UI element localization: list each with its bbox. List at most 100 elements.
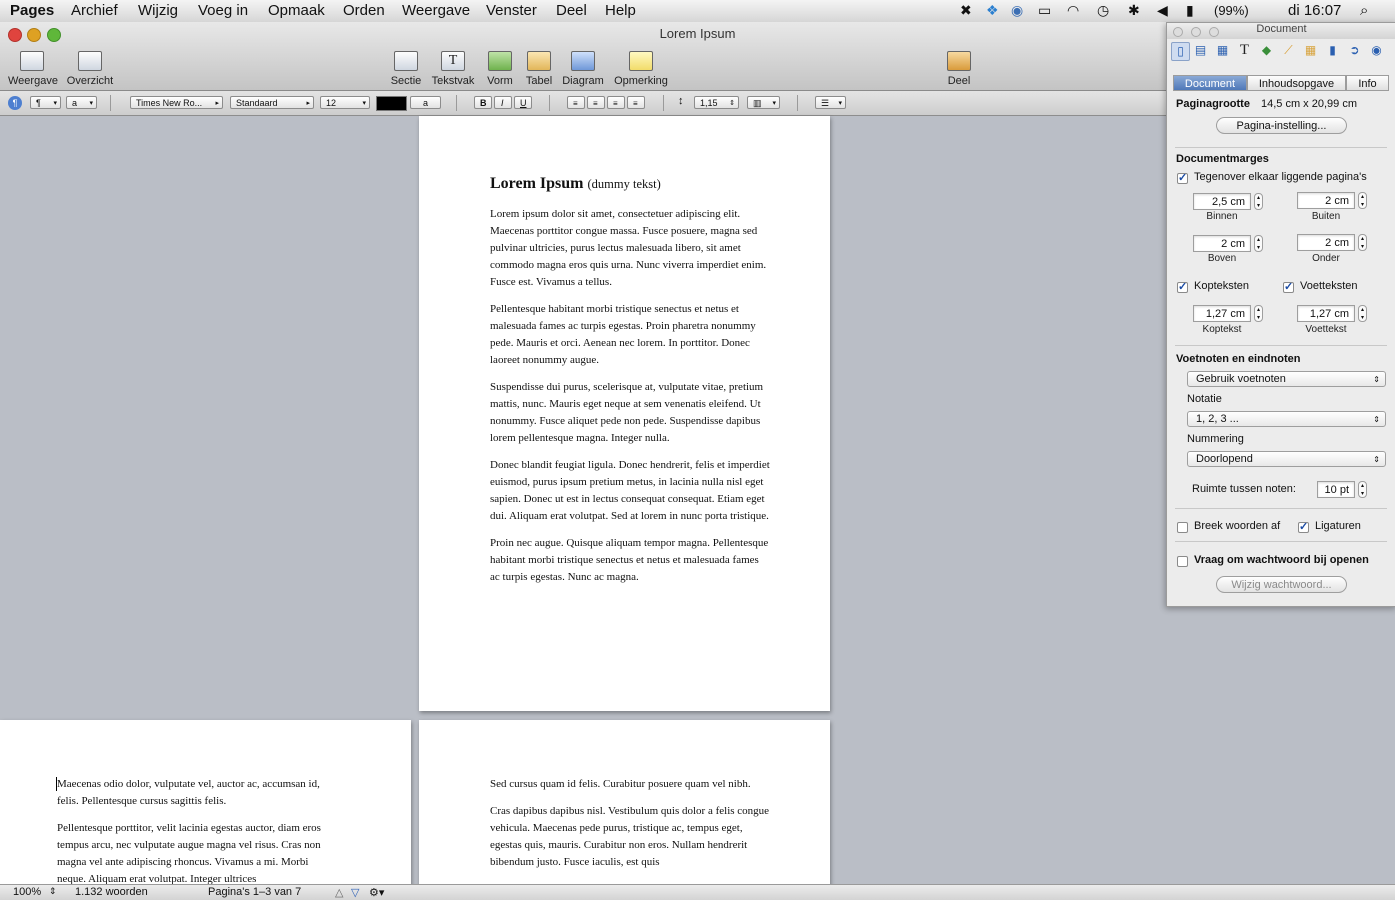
align-right-button[interactable]: ≡ bbox=[607, 96, 625, 109]
underline-button[interactable]: U bbox=[514, 96, 532, 109]
font-family-select[interactable]: Times New Ro... ▸ bbox=[130, 96, 223, 109]
inspector-zoom-icon[interactable] bbox=[1209, 27, 1219, 37]
paragraph-style-select[interactable]: ¶ ▾ bbox=[30, 96, 61, 109]
font-size-select[interactable]: 12 ▾ bbox=[320, 96, 370, 109]
list-style-select[interactable]: ☰ ▾ bbox=[815, 96, 846, 109]
document-page-1[interactable]: Lorem Ipsum (dummy tekst) Lorem ipsum do… bbox=[419, 116, 830, 711]
opmerking-button[interactable]: Opmerking bbox=[612, 51, 670, 87]
time-machine-icon[interactable]: ◷ bbox=[1097, 2, 1109, 19]
menu-archief[interactable]: Archief bbox=[71, 2, 118, 19]
document-inspector-icon[interactable]: ▯ bbox=[1171, 42, 1190, 61]
header-margin-stepper[interactable]: ▴ ▾ bbox=[1254, 305, 1263, 322]
vorm-button[interactable]: Vorm bbox=[482, 51, 518, 87]
tabel-button[interactable]: Tabel bbox=[524, 51, 554, 87]
inspector-minimize-icon[interactable] bbox=[1191, 27, 1201, 37]
numbering-select[interactable]: Doorlopend ⇕ bbox=[1187, 451, 1386, 467]
footer-margin-field[interactable]: 1,27 cm bbox=[1297, 305, 1355, 322]
typeface-select[interactable]: Standaard ▸ bbox=[230, 96, 314, 109]
bold-button[interactable]: B bbox=[474, 96, 492, 109]
display-icon[interactable]: ▭ bbox=[1038, 2, 1051, 19]
menu-voeg-in[interactable]: Voeg in bbox=[198, 2, 248, 19]
styles-drawer-icon[interactable]: ¶ bbox=[8, 96, 22, 110]
columns-select[interactable]: ▥ ▾ bbox=[747, 96, 780, 109]
paragraph: Maecenas odio dolor, vulputate vel, auct… bbox=[57, 778, 320, 807]
spotlight-search-icon[interactable]: ⌕ bbox=[1360, 2, 1368, 19]
text-inspector-icon[interactable]: T bbox=[1236, 42, 1253, 59]
sectie-button[interactable]: Sectie bbox=[388, 51, 424, 87]
metrics-inspector-icon[interactable]: ⟋ bbox=[1280, 42, 1297, 59]
weergave-button[interactable]: Weergave bbox=[8, 51, 58, 87]
next-page-icon[interactable]: ▽ bbox=[351, 886, 359, 899]
tekstvak-button[interactable]: T Tekstvak bbox=[430, 51, 476, 87]
battery-icon[interactable]: ▮ bbox=[1186, 2, 1194, 19]
space-between-notes-stepper[interactable]: ▴ ▾ bbox=[1358, 481, 1367, 498]
gear-icon[interactable]: ⚙▾ bbox=[369, 886, 384, 899]
margin-outer-field[interactable]: 2 cm bbox=[1297, 192, 1355, 209]
tab-inhoudsopgave[interactable]: Inhoudsopgave bbox=[1247, 75, 1346, 91]
headers-checkbox[interactable]: ✓ bbox=[1177, 282, 1188, 293]
layout-inspector-icon[interactable]: ▤ bbox=[1192, 42, 1209, 59]
page-setup-button[interactable]: Pagina-instelling... bbox=[1216, 117, 1347, 134]
menu-help[interactable]: Help bbox=[605, 2, 636, 19]
menu-orden[interactable]: Orden bbox=[343, 2, 385, 19]
status-crosshair-icon[interactable]: ✖ bbox=[960, 2, 972, 19]
document-page-3[interactable]: Sed cursus quam id felis. Curabitur posu… bbox=[419, 720, 830, 890]
document-page-2[interactable]: Maecenas odio dolor, vulputate vel, auct… bbox=[0, 720, 411, 890]
quicktime-inspector-icon[interactable]: ◉ bbox=[1368, 42, 1385, 59]
hyphenate-checkbox[interactable] bbox=[1177, 522, 1188, 533]
bluetooth-icon[interactable]: ✱ bbox=[1128, 2, 1140, 19]
deel-button[interactable]: Deel bbox=[944, 51, 974, 87]
line-spacing-field[interactable]: 1,15 ⇕ bbox=[694, 96, 739, 109]
overzicht-button[interactable]: Overzicht bbox=[62, 51, 118, 87]
chart-inspector-icon[interactable]: ▮ bbox=[1324, 42, 1341, 59]
menu-deel[interactable]: Deel bbox=[556, 2, 587, 19]
chart-icon bbox=[571, 51, 595, 71]
margin-inner-stepper[interactable]: ▴ ▾ bbox=[1254, 193, 1263, 210]
notation-select[interactable]: 1, 2, 3 ... ⇕ bbox=[1187, 411, 1386, 427]
tab-info[interactable]: Info bbox=[1346, 75, 1389, 91]
inspector-close-icon[interactable] bbox=[1173, 27, 1183, 37]
margin-top-field[interactable]: 2 cm bbox=[1193, 235, 1251, 252]
margin-inner-field[interactable]: 2,5 cm bbox=[1193, 193, 1251, 210]
ligatures-checkbox[interactable]: ✓ bbox=[1298, 522, 1309, 533]
menu-opmaak[interactable]: Opmaak bbox=[268, 2, 325, 19]
menu-weergave[interactable]: Weergave bbox=[402, 2, 470, 19]
footer-margin-stepper[interactable]: ▴ ▾ bbox=[1358, 305, 1367, 322]
footnote-mode-select[interactable]: Gebruik voetnoten ⇕ bbox=[1187, 371, 1386, 387]
space-between-notes-field[interactable]: 10 pt bbox=[1317, 481, 1355, 498]
link-inspector-icon[interactable]: ➲ bbox=[1346, 42, 1363, 59]
menu-wijzig[interactable]: Wijzig bbox=[138, 2, 178, 19]
header-margin-field[interactable]: 1,27 cm bbox=[1193, 305, 1251, 322]
volume-icon[interactable]: ◀ bbox=[1157, 2, 1168, 19]
footers-checkbox[interactable]: ✓ bbox=[1283, 282, 1294, 293]
margin-top-stepper[interactable]: ▴ ▾ bbox=[1254, 235, 1263, 252]
menu-venster[interactable]: Venster bbox=[486, 2, 537, 19]
margin-bottom-field[interactable]: 2 cm bbox=[1297, 234, 1355, 251]
dropbox-icon[interactable]: ❖ bbox=[986, 2, 999, 19]
align-justify-button[interactable]: ≡ bbox=[627, 96, 645, 109]
align-center-button[interactable]: ≡ bbox=[587, 96, 605, 109]
table-inspector-icon[interactable]: ▦ bbox=[1302, 42, 1319, 59]
highlight-color-well[interactable]: a bbox=[410, 96, 441, 109]
change-password-button[interactable]: Wijzig wachtwoord... bbox=[1216, 576, 1347, 593]
zoom-select[interactable]: 100% bbox=[13, 886, 41, 898]
character-style-select[interactable]: a ▾ bbox=[66, 96, 97, 109]
wrap-inspector-icon[interactable]: ▦ bbox=[1214, 42, 1231, 59]
margin-bottom-stepper[interactable]: ▴ ▾ bbox=[1358, 234, 1367, 251]
margin-outer-stepper[interactable]: ▴ ▾ bbox=[1358, 192, 1367, 209]
align-left-button[interactable]: ≡ bbox=[567, 96, 585, 109]
graphic-inspector-icon[interactable]: ◆ bbox=[1258, 42, 1275, 59]
diagram-button[interactable]: Diagram bbox=[561, 51, 605, 87]
zoom-stepper-icon[interactable]: ⇕ bbox=[49, 886, 57, 897]
italic-button[interactable]: I bbox=[494, 96, 512, 109]
wifi-icon[interactable]: ◠ bbox=[1067, 2, 1079, 19]
menu-app-pages[interactable]: Pages bbox=[10, 2, 54, 19]
password-checkbox[interactable] bbox=[1177, 556, 1188, 567]
sync-icon[interactable]: ◉ bbox=[1011, 2, 1023, 19]
previous-page-icon[interactable]: △ bbox=[335, 886, 343, 899]
text-color-well[interactable] bbox=[376, 96, 407, 111]
battery-percent[interactable]: (99%) bbox=[1214, 3, 1249, 18]
menu-clock[interactable]: di 16:07 bbox=[1288, 2, 1341, 19]
tab-document[interactable]: Document bbox=[1173, 75, 1247, 91]
facing-pages-checkbox[interactable]: ✓ bbox=[1177, 173, 1188, 184]
